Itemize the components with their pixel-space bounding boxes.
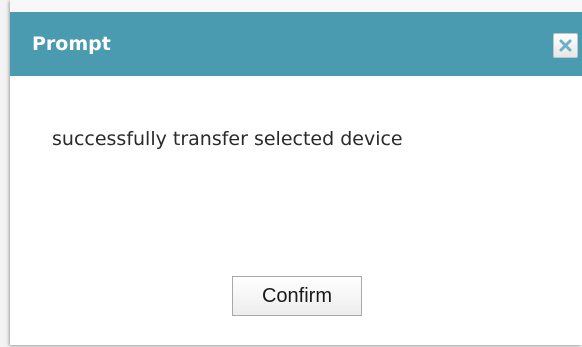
prompt-dialog: Prompt successfully transfer selected de…	[10, 0, 582, 345]
close-button[interactable]	[553, 33, 578, 58]
dialog-title: Prompt	[32, 33, 111, 55]
dialog-content: successfully transfer selected device Co…	[10, 76, 582, 345]
dialog-titlebar: Prompt	[10, 12, 582, 76]
close-icon	[559, 39, 572, 52]
confirm-button[interactable]: Confirm	[232, 276, 362, 316]
dialog-message: successfully transfer selected device	[52, 128, 403, 150]
